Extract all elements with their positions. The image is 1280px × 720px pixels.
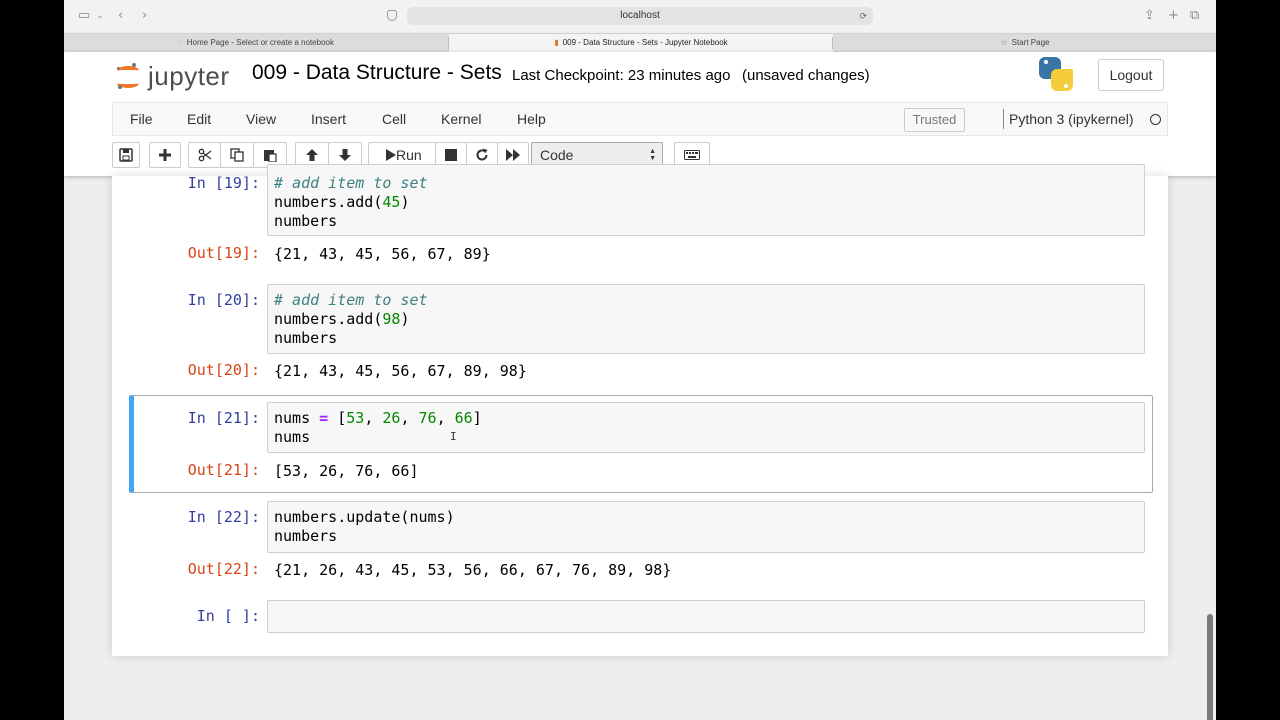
kernel-divider — [1003, 109, 1004, 129]
browser-toolbar: ▭ ⌄ ‹ › localhost ⟳ ⇪ + ⧉ — [64, 0, 1216, 32]
menu-view[interactable]: View — [246, 111, 276, 127]
star-icon: ☆ — [1000, 38, 1008, 47]
menu-edit[interactable]: Edit — [187, 111, 211, 127]
menu-insert[interactable]: Insert — [311, 111, 346, 127]
checkpoint-status: Last Checkpoint: 23 minutes ago — [512, 67, 731, 84]
code-line: numbers.add(98) — [274, 310, 410, 328]
cell-output: {21, 43, 45, 56, 67, 89} — [274, 245, 491, 263]
text-cursor-icon: I — [450, 430, 457, 443]
left-letterbox — [0, 0, 64, 720]
scrollbar-thumb[interactable] — [1207, 614, 1213, 720]
copy-icon — [230, 148, 244, 162]
cell-output: {21, 43, 45, 56, 67, 89, 98} — [274, 362, 527, 380]
code-input[interactable]: # add item to set numbers.add(98) number… — [267, 284, 1145, 354]
code-line: # add item to set — [274, 291, 428, 309]
menu-kernel[interactable]: Kernel — [441, 111, 481, 127]
code-input[interactable]: numbers.update(nums) numbers — [267, 501, 1145, 553]
privacy-shield-icon — [387, 10, 397, 21]
out-prompt: Out[19]: — [187, 244, 260, 262]
save-button[interactable] — [112, 142, 140, 168]
cut-button[interactable] — [188, 142, 221, 168]
kernel-idle-indicator-icon — [1150, 114, 1161, 125]
save-icon — [119, 148, 133, 162]
restart-icon — [476, 148, 488, 161]
logout-button[interactable]: Logout — [1098, 59, 1164, 91]
sidebar-toggle-icon[interactable]: ▭ — [78, 8, 90, 24]
scissors-icon — [198, 148, 211, 162]
code-line: numbers.update(nums) — [274, 508, 455, 526]
play-icon — [386, 149, 396, 161]
code-line: # add item to set — [274, 174, 428, 192]
in-prompt: In [19]: — [187, 174, 260, 192]
share-icon[interactable]: ⇪ — [1144, 8, 1155, 24]
code-line: numbers — [274, 212, 338, 230]
jupyter-favicon-icon: ◌ — [178, 38, 183, 47]
out-prompt: Out[22]: — [187, 560, 260, 578]
notebook-header: jupyter 009 - Data Structure - Sets Last… — [64, 52, 1216, 176]
code-input[interactable] — [267, 600, 1145, 633]
python-logo-icon — [1039, 57, 1073, 91]
menu-help[interactable]: Help — [517, 111, 546, 127]
notebook-favicon-icon: ▮ — [554, 38, 559, 47]
tab-label: 009 - Data Structure - Sets - Jupyter No… — [562, 38, 728, 47]
menu-file[interactable]: File — [130, 111, 153, 127]
right-letterbox — [1216, 0, 1280, 720]
code-input[interactable]: nums = [53, 26, 76, 66] nums — [267, 402, 1145, 453]
new-tab-icon[interactable]: + — [1168, 8, 1179, 24]
tab-start-page[interactable]: ☆ Start Page — [833, 34, 1216, 52]
tab-notebook[interactable]: ▮ 009 - Data Structure - Sets - Jupyter N… — [449, 34, 833, 52]
in-prompt: In [21]: — [187, 409, 260, 427]
menu-bar: File Edit View Insert Cell Kernel Help T… — [112, 102, 1168, 136]
plus-icon — [159, 149, 171, 161]
cell-output: [53, 26, 76, 66] — [274, 462, 419, 480]
notebook-title[interactable]: 009 - Data Structure - Sets — [252, 61, 502, 85]
notebook-page: jupyter 009 - Data Structure - Sets Last… — [64, 52, 1216, 720]
tab-home-page[interactable]: ◌ Home Page - Select or create a notebook — [64, 34, 448, 52]
in-prompt: In [20]: — [187, 291, 260, 309]
arrow-up-icon — [306, 149, 318, 161]
in-prompt: In [22]: — [187, 508, 260, 526]
out-prompt: Out[20]: — [187, 361, 260, 379]
arrow-down-icon — [339, 149, 351, 161]
kernel-name[interactable]: Python 3 (ipykernel) — [1009, 111, 1134, 127]
trusted-indicator[interactable]: Trusted — [904, 108, 965, 132]
cell-output: {21, 26, 43, 45, 53, 56, 66, 67, 76, 89,… — [274, 561, 672, 579]
insert-cell-button[interactable] — [149, 142, 181, 168]
select-arrows-icon: ▲ ▼ — [649, 148, 656, 162]
jupyter-logo-icon — [116, 63, 140, 89]
code-line: nums = [53, 26, 76, 66] — [274, 409, 482, 427]
code-input[interactable]: # add item to set numbers.add(45) number… — [267, 164, 1145, 236]
run-label: Run — [396, 147, 422, 163]
logo-text: jupyter — [148, 61, 230, 91]
menu-cell[interactable]: Cell — [382, 111, 406, 127]
jupyter-logo[interactable]: jupyter — [116, 59, 240, 93]
in-prompt: In [ ]: — [196, 607, 260, 625]
code-line: numbers.add(45) — [274, 193, 410, 211]
stop-icon — [445, 149, 457, 161]
address-bar[interactable]: localhost ⟳ — [387, 7, 873, 25]
autosave-status: (unsaved changes) — [742, 67, 870, 84]
forward-icon[interactable]: › — [142, 8, 147, 24]
url-text: localhost — [620, 10, 660, 21]
tab-bar: ◌ Home Page - Select or create a notebook… — [64, 33, 1216, 53]
code-line: numbers — [274, 329, 338, 347]
reload-icon[interactable]: ⟳ — [859, 7, 867, 25]
cell-type-value: Code — [540, 147, 574, 163]
out-prompt: Out[21]: — [187, 461, 260, 479]
tab-overview-icon[interactable]: ⧉ — [1190, 8, 1199, 24]
back-icon[interactable]: ‹ — [118, 8, 123, 24]
tab-label: Home Page - Select or create a notebook — [186, 38, 334, 47]
keyboard-icon — [684, 150, 700, 160]
chevron-down-icon[interactable]: ⌄ — [96, 8, 104, 24]
paste-icon — [264, 150, 277, 162]
tab-label: Start Page — [1011, 38, 1050, 47]
code-line: nums — [274, 428, 311, 446]
fast-forward-icon — [506, 149, 520, 161]
browser-window: ▭ ⌄ ‹ › localhost ⟳ ⇪ + ⧉ ◌ Home Page - S… — [64, 0, 1216, 720]
code-line: numbers — [274, 527, 338, 545]
copy-button[interactable] — [220, 142, 254, 168]
notebook-container: In [19]: # add item to set numbers.add(4… — [112, 164, 1168, 656]
